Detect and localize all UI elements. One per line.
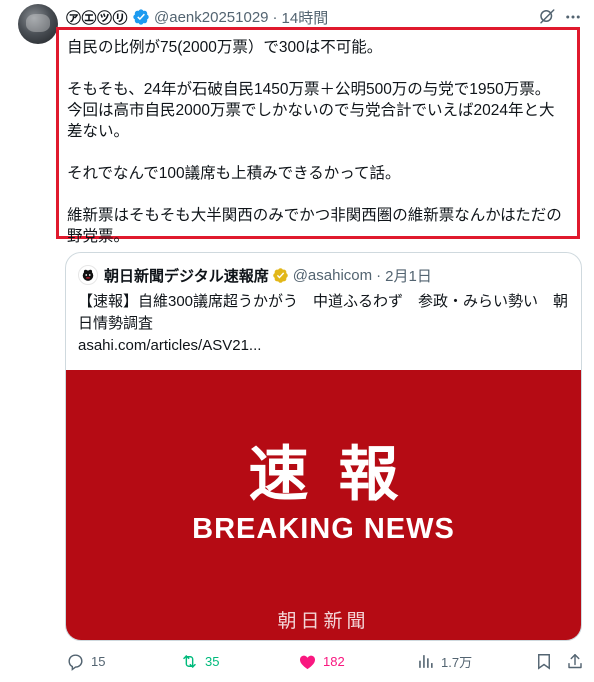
bookmark-icon [538, 654, 550, 670]
like-icon [299, 655, 316, 670]
tweet-line: それでなんで100議席も上積みできるかって話。 [67, 165, 401, 182]
views-icon [419, 655, 433, 668]
reply-button[interactable]: 15 [66, 652, 105, 671]
tweet-header: ㋐㋓㋡㋷ @aenk20251029 · 14時間 [66, 6, 566, 28]
like-button[interactable]: 182 [298, 652, 345, 671]
tweet-line: そもそも、24年が石破自民1450万票＋公明500万の与党で1950万票。 [67, 81, 551, 98]
card-subtitle: BREAKING NEWS [192, 513, 455, 545]
avatar[interactable] [18, 4, 58, 44]
tweet-text: 自民の比例が75(2000万票）で300は不可能。 そもそも、24年が石破自民1… [56, 27, 580, 245]
like-count: 182 [323, 654, 345, 669]
author-handle[interactable]: @aenk20251029 [154, 9, 269, 26]
separator-dot: · [376, 266, 382, 284]
retweet-button[interactable]: 35 [180, 652, 219, 671]
quote-text: 【速報】自維300議席超うかがう 中道ふるわず 参政・みらい勢い 朝日情勢調査 [78, 293, 569, 332]
views-count: 1.7万 [441, 655, 473, 670]
quote-link[interactable]: asahi.com/articles/ASV21... [78, 335, 261, 357]
bookmark-button[interactable] [535, 652, 553, 671]
breaking-news-card-image[interactable]: 速報 BREAKING NEWS 朝日新聞 [66, 370, 581, 640]
reply-count: 15 [91, 654, 106, 669]
retweet-count: 35 [205, 654, 220, 669]
verified-gold-icon [272, 267, 289, 284]
quote-handle[interactable]: @asahicom [293, 267, 372, 284]
tweet-line: 自民の比例が75(2000万票）で300は不可能。 [67, 39, 383, 56]
separator-dot: · [272, 8, 278, 26]
tweet-line: 維新票はそもそも大半関西のみでかつ非関西圏の維新票なんかはただの野党票。 [67, 207, 562, 245]
card-brand-logo: 朝日新聞 [277, 610, 370, 632]
views-button[interactable]: 1.7万 [416, 652, 472, 671]
author-display-name[interactable]: ㋐㋓㋡㋷ [66, 7, 128, 28]
quote-header: 朝日新聞デジタル速報席 @asahicom · 2月1日 [78, 264, 432, 286]
tweet-timestamp[interactable]: 14時間 [282, 7, 329, 28]
retweet-icon [183, 655, 196, 668]
verified-badge-icon [132, 8, 150, 26]
card-title: 速報 [248, 440, 429, 510]
quote-timestamp[interactable]: 2月1日 [385, 265, 432, 286]
quoted-tweet[interactable]: 朝日新聞デジタル速報席 @asahicom · 2月1日 【速報】自維300議席… [65, 252, 582, 641]
action-bar: 15 35 182 1.7万 [0, 652, 594, 676]
share-button[interactable] [566, 652, 584, 671]
quote-display-name[interactable]: 朝日新聞デジタル速報席 [104, 265, 269, 286]
share-icon [568, 654, 582, 669]
tweet-line: 今回は高市自民2000万票でしかないので与党合計でいえば2024年と大差ない。 [67, 102, 555, 140]
reply-icon [68, 654, 83, 671]
quote-avatar[interactable] [78, 265, 98, 285]
